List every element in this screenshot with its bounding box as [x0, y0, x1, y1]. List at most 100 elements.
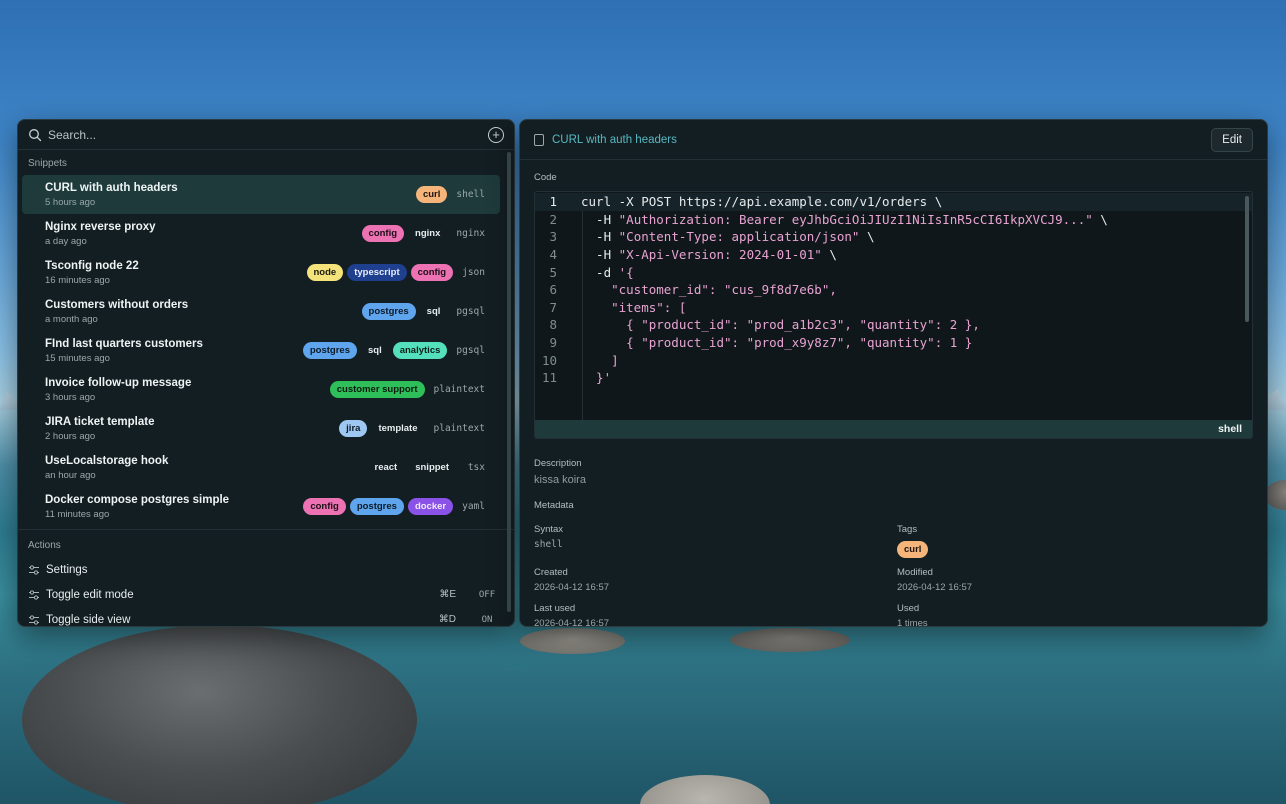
description-label: Description — [534, 458, 582, 469]
snippet-syntax: yaml — [462, 501, 485, 512]
snippet-tags: postgres sql pgsql — [361, 303, 490, 320]
section-label-snippets: Snippets — [28, 158, 67, 169]
snippet-title: FInd last quarters customers — [45, 337, 203, 350]
snippet-item[interactable]: CURL with auth headers 5 hours ago curl s… — [22, 175, 500, 214]
description-text: kissa koira — [534, 474, 586, 486]
snippet-item[interactable]: Customers without orders a month ago pos… — [22, 292, 500, 331]
code-scrollbar[interactable] — [1245, 196, 1249, 322]
syntax-footer: shell — [535, 420, 1252, 438]
action-state: ON — [481, 614, 493, 625]
meta-created-label: Created — [534, 567, 568, 578]
line-number: 9 — [549, 335, 557, 351]
tag-postgres[interactable]: postgres — [349, 498, 404, 515]
snippet-item[interactable]: Tsconfig node 22 16 minutes ago node type… — [22, 253, 500, 292]
action-label: Settings — [46, 563, 88, 576]
snippet-list-panel: + Snippets CURL with auth headers 5 hour… — [17, 119, 515, 627]
snippet-time: 15 minutes ago — [45, 352, 110, 364]
snippet-item[interactable]: Docker compose postgres simple 11 minute… — [22, 487, 500, 526]
code-line: 11 }' — [535, 369, 1252, 387]
tag-jira[interactable]: jira — [339, 420, 368, 437]
tag-docker[interactable]: docker — [407, 498, 454, 515]
code-line: 5 -d '{ — [535, 263, 1252, 281]
tag-nginx[interactable]: nginx — [408, 225, 447, 242]
meta-modified-value: 2026-04-12 16:57 — [897, 582, 973, 593]
snippet-list: CURL with auth headers 5 hours ago curl s… — [18, 175, 514, 526]
snippet-item[interactable]: Invoice follow-up message 3 hours ago cu… — [22, 370, 500, 409]
snippet-time: a month ago — [45, 313, 98, 325]
tag-config[interactable]: config — [361, 225, 405, 242]
code-text: "customer_id": "cus_9f8d7e6b", — [581, 282, 837, 297]
sliders-icon — [28, 614, 40, 626]
code-token: "customer_id": "cus_9f8d7e6b", — [581, 282, 837, 298]
snippet-item[interactable]: Nginx reverse proxy a day ago config ngin… — [22, 214, 500, 253]
line-number: 1 — [549, 194, 557, 210]
tag-node[interactable]: node — [306, 264, 344, 281]
snippet-text: Customers without orders a month ago — [45, 299, 188, 325]
action-label: Toggle side view — [46, 613, 131, 626]
edit-button[interactable]: Edit — [1211, 127, 1253, 152]
code-token: -d — [581, 264, 619, 280]
snippet-syntax: nginx — [456, 228, 485, 239]
snippet-tags: config postgres docker yaml — [303, 498, 490, 515]
code-text: -H "X-Api-Version: 2024-01-01" \ — [581, 247, 837, 262]
tag-postgres[interactable]: postgres — [302, 342, 357, 359]
code-line: 1 curl -X POST https://api.example.com/v1… — [535, 193, 1252, 211]
snippet-text: UseLocalstorage hook an hour ago — [45, 455, 168, 481]
snippet-title: Nginx reverse proxy — [45, 220, 156, 233]
search-input[interactable] — [48, 127, 488, 142]
tag-curl[interactable]: curl — [415, 186, 448, 203]
snippet-text: FInd last quarters customers 15 minutes … — [45, 338, 203, 364]
snippet-title: Invoice follow-up message — [45, 376, 192, 389]
line-number: 3 — [549, 229, 557, 245]
snippet-item[interactable]: UseLocalstorage hook an hour ago react sn… — [22, 448, 500, 487]
meta-last-used-label: Last used — [534, 603, 576, 614]
tag-sql[interactable]: sql — [361, 342, 389, 359]
tag-sql[interactable]: sql — [420, 303, 448, 320]
snippet-tags: node typescript config json — [306, 264, 491, 281]
code-token: ] — [581, 352, 619, 368]
code-token: -H — [581, 211, 619, 227]
line-number: 8 — [549, 317, 557, 333]
code-token: curl -X POST https://api.example.com/v1/… — [581, 194, 943, 210]
snippet-title: Customers without orders — [45, 298, 189, 311]
snippet-syntax: shell — [456, 189, 485, 200]
meta-used-value: 1 times — [897, 618, 928, 627]
action-label: Toggle edit mode — [46, 588, 134, 601]
tag-snippet[interactable]: snippet — [408, 459, 456, 476]
meta-tag-curl[interactable]: curl — [897, 541, 929, 558]
tag-react[interactable]: react — [368, 459, 405, 476]
line-number: 10 — [541, 352, 557, 368]
tag-template[interactable]: template — [371, 420, 424, 437]
code-label: Code — [534, 172, 557, 183]
snippet-item[interactable]: FInd last quarters customers 15 minutes … — [22, 331, 500, 370]
snippet-tags: react snippet tsx — [368, 459, 491, 476]
code-token: -H — [581, 229, 619, 245]
code-text: { "product_id": "prod_x9y8z7", "quantity… — [581, 335, 972, 350]
action-item[interactable]: Settings — [18, 557, 514, 582]
tag-typescript[interactable]: typescript — [347, 264, 407, 281]
action-item[interactable]: Toggle edit mode ⌘E OFF — [18, 582, 514, 607]
snippet-syntax: json — [462, 267, 485, 278]
code-token: }' — [581, 370, 612, 386]
code-text: }' — [581, 370, 611, 385]
tag-customer-support[interactable]: customer support — [329, 381, 425, 398]
add-snippet-icon[interactable]: + — [488, 126, 504, 143]
snippet-syntax: plaintext — [433, 384, 485, 395]
detail-title: CURL with auth headers — [552, 133, 677, 146]
tag-config[interactable]: config — [303, 498, 346, 515]
snippet-tags: curl shell — [415, 186, 490, 203]
meta-created-value: 2026-04-12 16:57 — [534, 582, 610, 593]
search-bar: + — [18, 120, 514, 150]
snippet-list-scrollbar[interactable] — [507, 152, 511, 612]
code-editor[interactable]: 1 curl -X POST https://api.example.com/v1… — [534, 191, 1253, 439]
snippet-title: Tsconfig node 22 — [45, 259, 139, 272]
action-item[interactable]: Toggle side view ⌘D ON — [18, 607, 514, 626]
code-line: 8 { "product_id": "prod_a1b2c3", "quanti… — [535, 316, 1252, 334]
tag-analytics[interactable]: analytics — [392, 342, 448, 359]
tag-postgres[interactable]: postgres — [361, 303, 416, 320]
section-label-actions: Actions — [28, 540, 61, 551]
snippet-text: Docker compose postgres simple 11 minute… — [45, 494, 229, 520]
snippet-tags: config nginx nginx — [361, 225, 490, 242]
snippet-item[interactable]: JIRA ticket template 2 hours ago jira tem… — [22, 409, 500, 448]
tag-config[interactable]: config — [410, 264, 454, 281]
